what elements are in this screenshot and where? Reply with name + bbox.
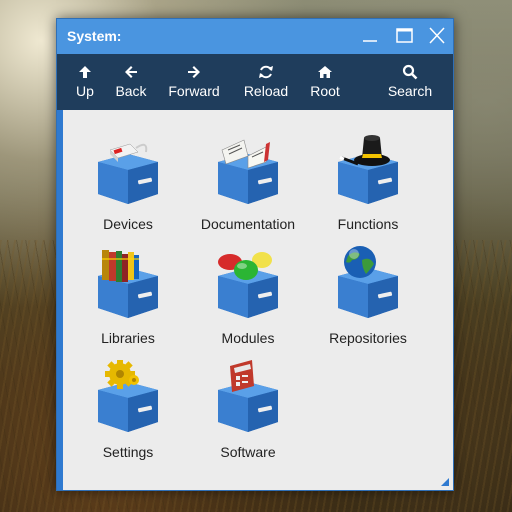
close-button[interactable] <box>425 25 449 47</box>
minimize-button[interactable] <box>358 25 382 47</box>
back-button[interactable]: Back <box>111 54 151 110</box>
forward-button[interactable]: Forward <box>165 54 223 110</box>
back-label: Back <box>115 83 147 99</box>
functions-label: Functions <box>337 216 399 232</box>
repositories-drawer-icon <box>338 246 398 318</box>
repositories-label: Repositories <box>329 330 407 346</box>
reload-label: Reload <box>243 83 289 99</box>
software-drawer-icon <box>218 360 278 432</box>
settings-drawer-icon <box>98 360 158 432</box>
resize-grip-icon[interactable] <box>441 478 449 486</box>
folder-libraries[interactable]: Libraries <box>73 246 183 356</box>
folder-modules[interactable]: Modules <box>193 246 303 356</box>
libraries-label: Libraries <box>101 330 155 346</box>
search-button[interactable]: Search <box>384 54 436 110</box>
close-icon <box>429 27 445 44</box>
modules-label: Modules <box>221 330 275 346</box>
toolbar: Up Back Forward Reload Root Search <box>57 54 453 110</box>
root-button[interactable]: Root <box>306 54 344 110</box>
maximize-button[interactable] <box>392 25 416 47</box>
title-bar[interactable]: System: <box>57 19 453 54</box>
folder-devices[interactable]: Devices <box>73 132 183 242</box>
documentation-label: Documentation <box>200 216 296 232</box>
arrow-left-icon <box>125 66 137 78</box>
libraries-drawer-icon <box>98 250 158 318</box>
file-browser-window: System: Up Back Forward Reload Root Sear… <box>56 18 454 491</box>
devices-drawer-icon <box>98 143 158 204</box>
search-label: Search <box>387 83 433 99</box>
maximize-icon <box>396 28 413 43</box>
root-label: Root <box>310 83 340 99</box>
forward-label: Forward <box>168 83 220 99</box>
documentation-drawer-icon <box>218 139 278 204</box>
reload-button[interactable]: Reload <box>240 54 292 110</box>
minimize-icon <box>363 40 377 42</box>
search-icon <box>402 64 418 80</box>
reload-icon <box>259 65 273 79</box>
folder-software[interactable]: Software <box>193 360 303 470</box>
arrow-right-icon <box>188 66 200 78</box>
file-area: Devices Documentation Functions Librarie… <box>57 110 453 490</box>
settings-label: Settings <box>102 444 154 460</box>
modules-drawer-icon <box>218 252 278 318</box>
software-label: Software <box>220 444 276 460</box>
folder-settings[interactable]: Settings <box>73 360 183 470</box>
folder-functions[interactable]: Functions <box>313 132 423 242</box>
devices-label: Devices <box>103 216 153 232</box>
folder-repositories[interactable]: Repositories <box>313 246 423 356</box>
functions-drawer-icon <box>338 135 398 204</box>
home-icon <box>318 66 332 78</box>
left-accent-strip <box>57 110 63 490</box>
arrow-up-icon <box>79 66 91 78</box>
folder-documentation[interactable]: Documentation <box>193 132 303 242</box>
window-title: System: <box>67 28 122 44</box>
up-button[interactable]: Up <box>67 54 103 110</box>
up-label: Up <box>76 83 94 99</box>
